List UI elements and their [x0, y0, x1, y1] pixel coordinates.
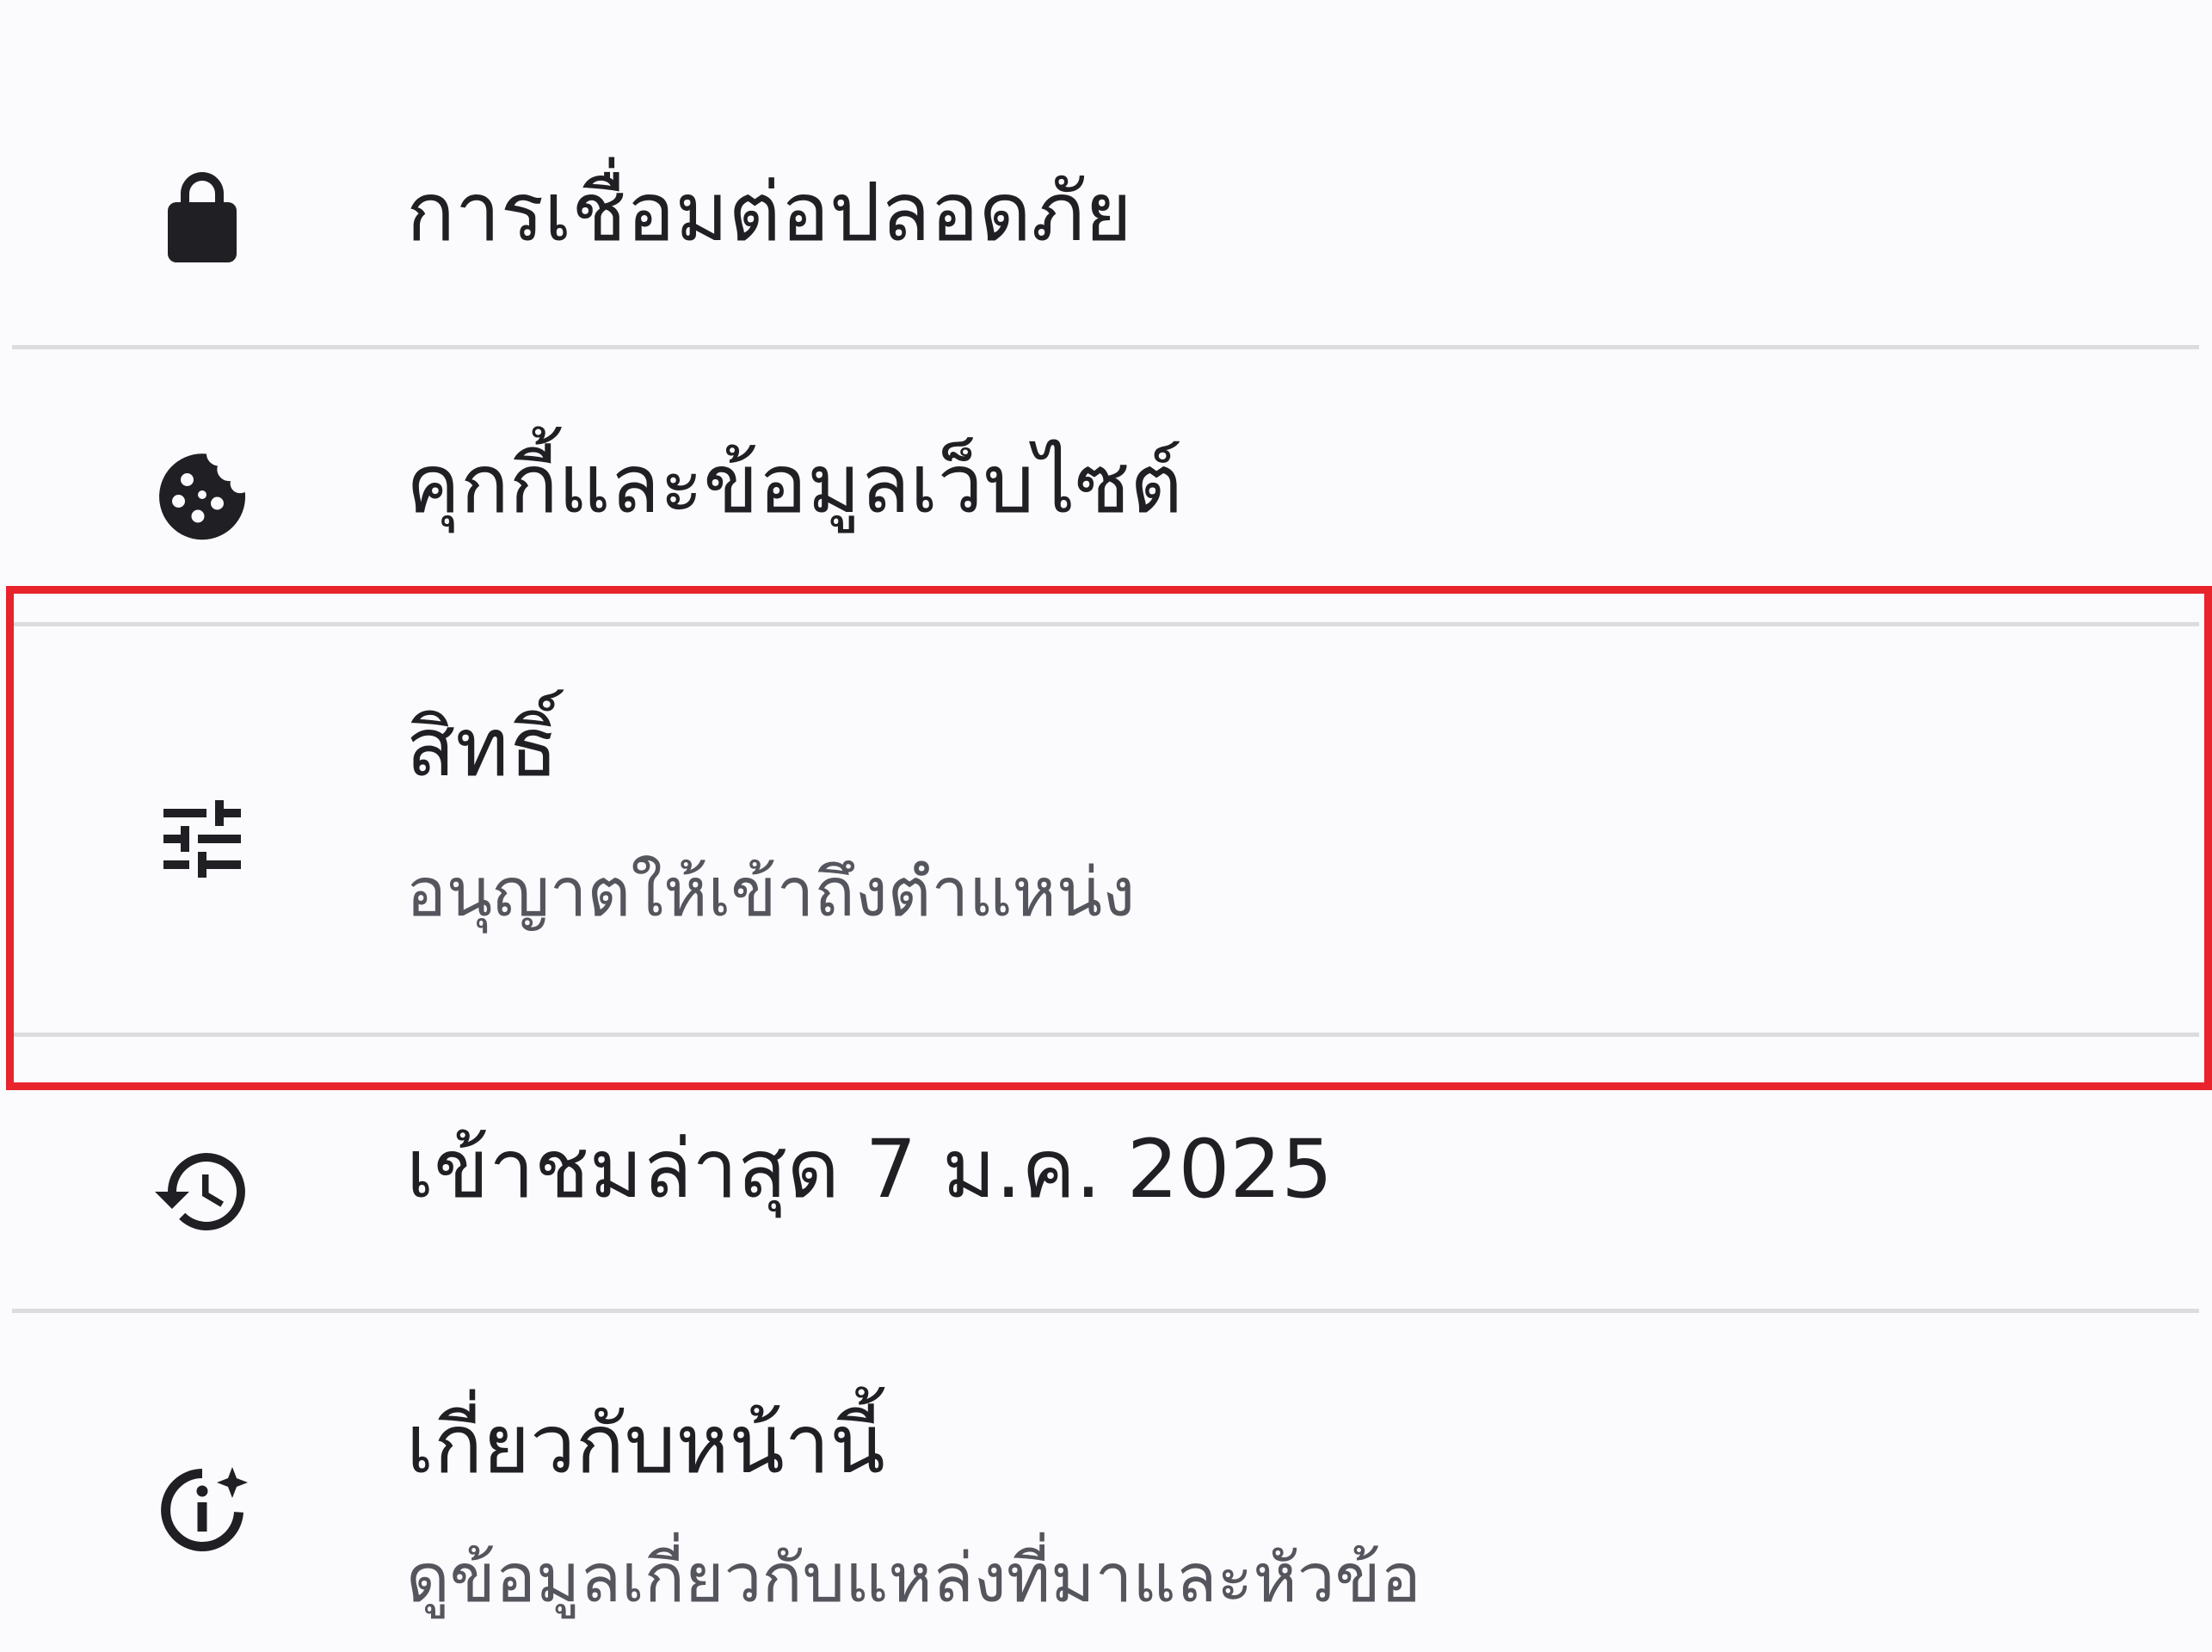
menu-item-subtitle: ดูข้อมูลเกี่ยวกับแหล่งที่มาและหัวข้อ	[406, 1540, 1421, 1618]
history-icon	[146, 1136, 258, 1248]
menu-item-title: การเชื่อมต่อปลอดภัย	[406, 166, 1132, 260]
menu-item-about-page[interactable]: เกี่ยวกับหน้านี้ ดูข้อมูลเกี่ยวกับแหล่งท…	[0, 1325, 2212, 1652]
cookie-icon	[146, 439, 258, 551]
divider	[12, 1309, 2199, 1313]
menu-item-title: เกี่ยวกับหน้านี้	[406, 1398, 885, 1492]
divider	[12, 345, 2199, 349]
lock-icon	[146, 163, 258, 275]
page-info-menu: การเชื่อมต่อปลอดภัย คุกกี้และข้อมูลเว็บไ…	[0, 0, 2212, 1652]
menu-item-title: สิทธิ์	[406, 701, 558, 795]
menu-item-title: คุกกี้และข้อมูลเว็บไซต์	[406, 438, 1183, 532]
menu-item-last-visited[interactable]: เข้าชมล่าสุด 7 ม.ค. 2025	[0, 1041, 2212, 1299]
tune-sliders-icon	[146, 783, 258, 895]
menu-item-cookies-site-data[interactable]: คุกกี้และข้อมูลเว็บไซต์	[0, 361, 2212, 602]
menu-item-subtitle: อนุญาตให้เข้าถึงตำแหน่ง	[406, 854, 1136, 932]
divider	[12, 1032, 2199, 1037]
menu-item-permissions[interactable]: สิทธิ์ อนุญาตให้เข้าถึงตำแหน่ง	[0, 628, 2212, 1028]
divider	[12, 622, 2199, 626]
info-sparkle-icon	[146, 1454, 258, 1566]
menu-item-title: เข้าชมล่าสุด 7 ม.ค. 2025	[406, 1123, 1334, 1217]
menu-item-connection-security[interactable]: การเชื่อมต่อปลอดภัย	[0, 120, 2212, 327]
